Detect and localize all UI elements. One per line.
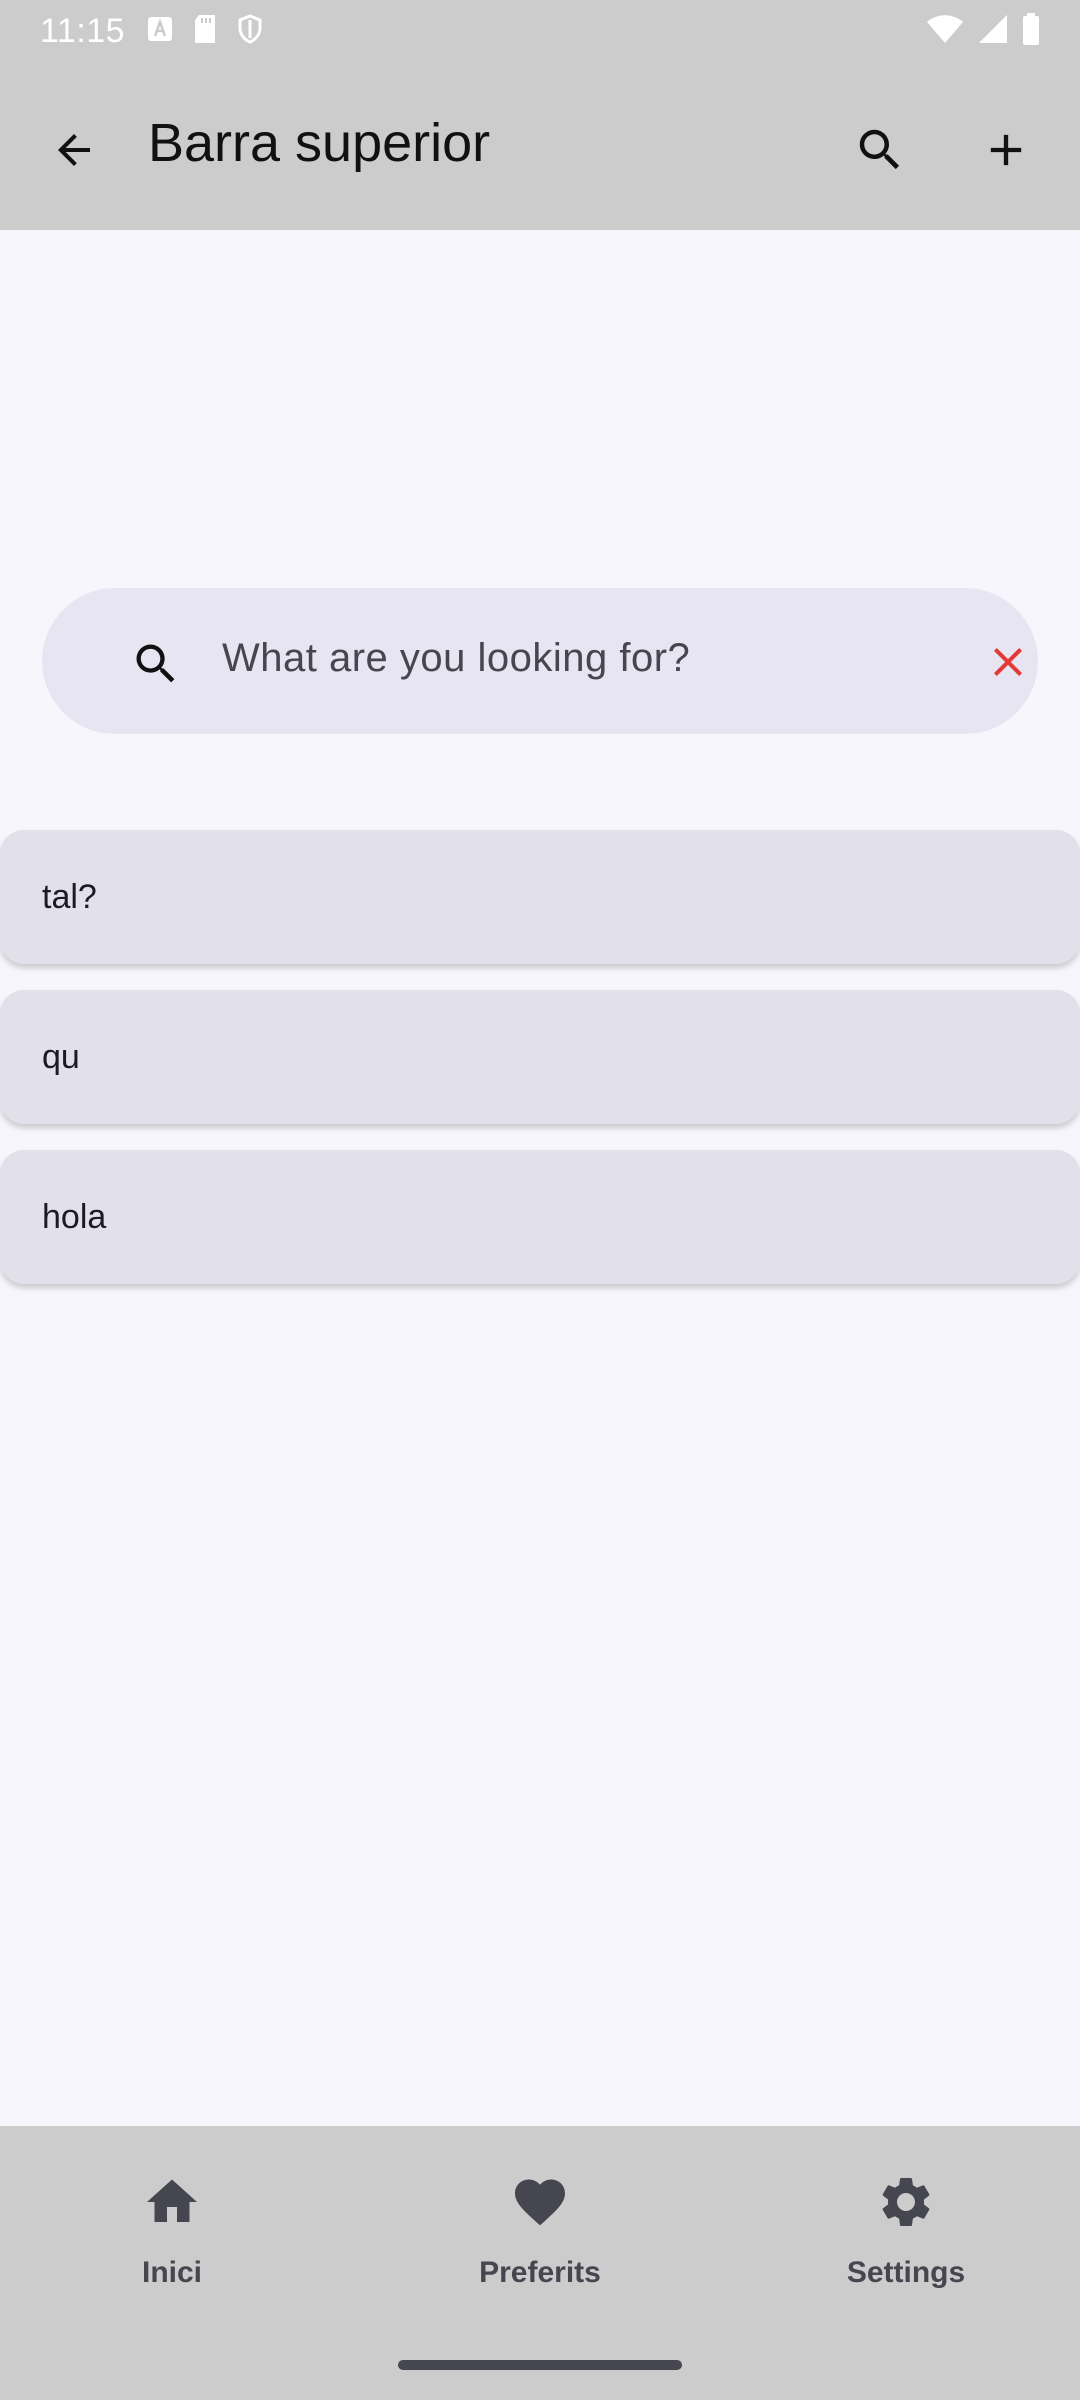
nav-item-preferits[interactable]: Preferits bbox=[420, 2170, 660, 2290]
heart-icon bbox=[515, 2179, 565, 2226]
add-button[interactable] bbox=[974, 118, 1038, 182]
status-left-icons bbox=[147, 13, 263, 49]
add-icon bbox=[990, 134, 1022, 166]
nav-label: Settings bbox=[846, 2256, 966, 2289]
search-icon bbox=[130, 638, 182, 695]
wifi-icon bbox=[926, 14, 964, 49]
nav-item-settings[interactable]: Settings bbox=[786, 2170, 1026, 2290]
nav-item-inici[interactable]: Inici bbox=[52, 2170, 292, 2290]
close-icon bbox=[994, 648, 1022, 676]
list-item[interactable]: hola bbox=[0, 1150, 1080, 1284]
nav-label: Preferits bbox=[479, 2256, 601, 2289]
list-item[interactable]: qu bbox=[0, 990, 1080, 1124]
home-indicator[interactable] bbox=[398, 2360, 682, 2370]
search-bar[interactable]: What are you looking for? bbox=[42, 588, 1038, 734]
bottom-navigation: Inici Preferits Settings bbox=[0, 2126, 1080, 2400]
search-input[interactable]: What are you looking for? bbox=[222, 636, 690, 681]
search-icon bbox=[859, 129, 900, 170]
status-bar: 11:15 bbox=[0, 0, 1080, 62]
page-title: Barra superior bbox=[148, 113, 491, 173]
signal-icon bbox=[978, 14, 1008, 49]
shield-icon bbox=[237, 13, 263, 49]
nav-label: Inici bbox=[141, 2256, 202, 2289]
font-icon bbox=[147, 16, 173, 47]
status-right-icons bbox=[926, 12, 1040, 50]
back-button[interactable] bbox=[44, 120, 104, 180]
battery-icon bbox=[1022, 12, 1040, 50]
clear-search-button[interactable] bbox=[980, 634, 1036, 690]
arrow-back-icon bbox=[58, 134, 90, 166]
gear-icon bbox=[882, 2178, 930, 2226]
search-history-list: tal? qu hola bbox=[0, 830, 1080, 1310]
list-item[interactable]: tal? bbox=[0, 830, 1080, 964]
home-icon bbox=[147, 2179, 197, 2222]
search-button[interactable] bbox=[848, 118, 912, 182]
top-app-bar: Barra superior bbox=[0, 62, 1080, 230]
sd-card-icon bbox=[193, 14, 217, 49]
status-time: 11:15 bbox=[40, 11, 126, 50]
